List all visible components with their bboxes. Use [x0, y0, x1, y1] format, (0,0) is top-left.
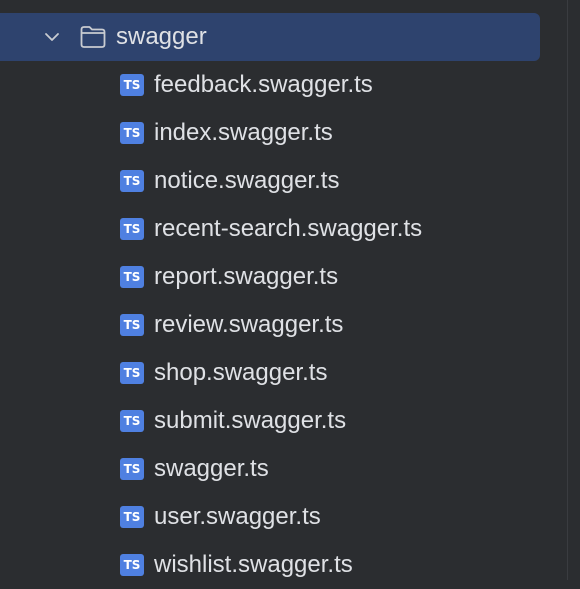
typescript-file-icon: TS — [120, 314, 144, 336]
tree-file-item[interactable]: TS notice.swagger.ts — [0, 157, 540, 205]
typescript-file-icon: TS — [120, 122, 144, 144]
typescript-file-icon: TS — [120, 362, 144, 384]
file-label: feedback.swagger.ts — [154, 71, 373, 98]
file-label: notice.swagger.ts — [154, 167, 340, 194]
tree-file-item[interactable]: TS submit.swagger.ts — [0, 397, 540, 445]
tree-folder-swagger[interactable]: swagger — [0, 13, 540, 61]
typescript-file-icon: TS — [120, 266, 144, 288]
tree-file-item[interactable]: TS user.swagger.ts — [0, 493, 540, 541]
folder-icon — [80, 26, 106, 48]
typescript-file-icon: TS — [120, 218, 144, 240]
file-label: report.swagger.ts — [154, 263, 339, 290]
typescript-file-icon: TS — [120, 458, 144, 480]
tree-file-item[interactable]: TS recent-search.swagger.ts — [0, 205, 540, 253]
tree-file-item[interactable]: TS review.swagger.ts — [0, 301, 540, 349]
file-label: submit.swagger.ts — [154, 407, 347, 434]
file-label: shop.swagger.ts — [154, 359, 328, 386]
tree-file-item[interactable]: TS shop.swagger.ts — [0, 349, 540, 397]
file-label: user.swagger.ts — [154, 503, 321, 530]
chevron-down-icon[interactable] — [44, 29, 60, 45]
tree-file-item[interactable]: TS wishlist.swagger.ts — [0, 541, 540, 589]
typescript-file-icon: TS — [120, 506, 144, 528]
tree-file-item[interactable]: TS swagger.ts — [0, 445, 540, 493]
typescript-file-icon: TS — [120, 554, 144, 576]
file-label: index.swagger.ts — [154, 119, 333, 146]
file-label: wishlist.swagger.ts — [154, 551, 353, 578]
file-label: recent-search.swagger.ts — [154, 215, 423, 242]
file-label: swagger.ts — [154, 455, 269, 482]
file-label: review.swagger.ts — [154, 311, 344, 338]
typescript-file-icon: TS — [120, 74, 144, 96]
vertical-scrollbar[interactable] — [567, 0, 580, 580]
tree-file-item[interactable]: TS feedback.swagger.ts — [0, 61, 540, 109]
project-tree: swagger TS feedback.swagger.ts TS index.swa… — [0, 0, 568, 580]
tree-file-item[interactable]: TS index.swagger.ts — [0, 109, 540, 157]
typescript-file-icon: TS — [120, 410, 144, 432]
folder-label: swagger — [116, 23, 207, 50]
typescript-file-icon: TS — [120, 170, 144, 192]
tree-file-item[interactable]: TS report.swagger.ts — [0, 253, 540, 301]
